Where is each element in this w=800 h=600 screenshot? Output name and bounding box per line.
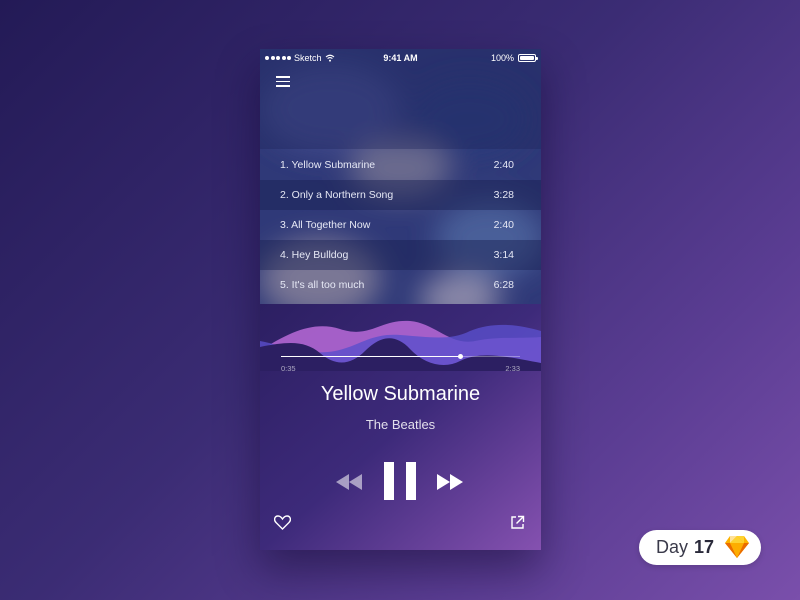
song-artist: The Beatles bbox=[365, 417, 436, 432]
track-row[interactable]: 4. Hey Bulldog 3:14 bbox=[260, 240, 541, 270]
audio-waveform bbox=[260, 320, 541, 371]
track-duration: 3:28 bbox=[493, 189, 514, 201]
status-bar: Sketch 9:41 AM 100% bbox=[260, 49, 541, 67]
track-row[interactable]: 2. Only a Northern Song 3:28 bbox=[260, 180, 541, 210]
playback-progress-bar[interactable] bbox=[281, 354, 520, 359]
track-duration: 6:28 bbox=[493, 279, 514, 291]
progress-fill bbox=[281, 356, 461, 357]
track-title: 4. Hey Bulldog bbox=[280, 249, 349, 261]
fast-forward-icon[interactable] bbox=[437, 474, 464, 490]
track-title: 3. All Together Now bbox=[280, 219, 371, 231]
status-time: 9:41 AM bbox=[383, 53, 418, 63]
track-title: 2. Only a Northern Song bbox=[280, 189, 394, 201]
share-icon[interactable] bbox=[510, 515, 525, 530]
hamburger-menu-icon[interactable] bbox=[276, 76, 290, 87]
sketch-gem-icon bbox=[725, 536, 749, 558]
track-row[interactable]: 5. It's all too much 6:28 bbox=[260, 270, 541, 300]
playback-controls bbox=[260, 461, 541, 501]
track-title: 5. It's all too much bbox=[280, 279, 365, 291]
track-list: 1. Yellow Submarine 2:40 2. Only a North… bbox=[260, 150, 541, 300]
elapsed-time: 0:35 bbox=[281, 364, 296, 373]
badge-number: 17 bbox=[694, 537, 715, 557]
pause-icon[interactable] bbox=[384, 462, 416, 500]
battery-icon bbox=[518, 54, 538, 62]
progress-knob[interactable] bbox=[457, 354, 463, 359]
badge-label: Day bbox=[656, 537, 689, 557]
track-duration: 3:14 bbox=[493, 249, 514, 261]
heart-icon[interactable] bbox=[274, 515, 291, 530]
track-row[interactable]: 3. All Together Now 2:40 bbox=[260, 210, 541, 240]
track-row[interactable]: 1. Yellow Submarine 2:40 bbox=[260, 150, 541, 180]
rewind-icon[interactable] bbox=[336, 474, 363, 490]
day-badge: Day 17 bbox=[639, 530, 761, 565]
track-duration: 2:40 bbox=[493, 159, 514, 171]
total-time: 2:33 bbox=[505, 364, 520, 373]
music-player-screen: Sketch 9:41 AM 100% 1. Yellow Submarine … bbox=[260, 49, 541, 550]
song-title: Yellow Submarine bbox=[320, 383, 481, 405]
track-duration: 2:40 bbox=[493, 219, 514, 231]
track-title: 1. Yellow Submarine bbox=[280, 159, 376, 171]
